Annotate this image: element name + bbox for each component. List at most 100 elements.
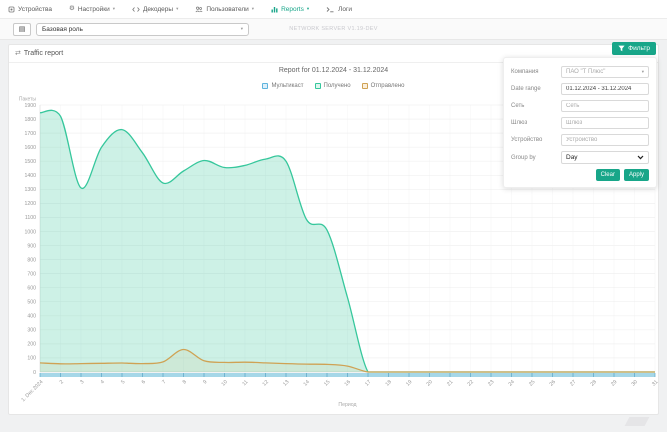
nav-item-label: Reports (281, 6, 304, 13)
svg-text:Период: Период (338, 402, 356, 408)
chevron-down-icon (637, 155, 644, 160)
svg-text:26: 26 (549, 379, 557, 387)
app-screen: Устройства ⚙ Настройки ▾ Декодеры ▾ Поль… (0, 0, 667, 432)
network-label: Сеть (511, 103, 524, 109)
svg-text:700: 700 (27, 271, 36, 277)
svg-text:15: 15 (323, 379, 331, 387)
filter-row-company: Компания ПАО "Т Плюс" ▾ (511, 66, 649, 78)
nav-item-devices[interactable]: Устройства (8, 6, 52, 13)
svg-text:1800: 1800 (24, 117, 36, 123)
nav-item-settings[interactable]: ⚙ Настройки ▾ (69, 6, 115, 13)
svg-text:17: 17 (364, 379, 372, 387)
svg-text:1200: 1200 (24, 201, 36, 207)
svg-text:7: 7 (161, 379, 167, 385)
svg-text:19: 19 (405, 379, 413, 387)
device-label: Устройство (511, 137, 542, 143)
svg-text:1500: 1500 (24, 159, 36, 165)
svg-text:100: 100 (27, 356, 36, 362)
svg-text:25: 25 (528, 379, 536, 387)
svg-text:500: 500 (27, 300, 36, 306)
gateway-label: Шлюз (511, 120, 527, 126)
svg-text:1300: 1300 (24, 187, 36, 193)
svg-text:14: 14 (303, 379, 311, 387)
date-range-label: Date range (511, 86, 541, 92)
svg-text:9: 9 (202, 379, 208, 385)
svg-text:1100: 1100 (25, 215, 36, 221)
nav-item-label: Устройства (18, 6, 52, 13)
legend-label: Получено (324, 83, 351, 89)
nav-item-decoders[interactable]: Декодеры ▾ (132, 6, 178, 13)
nav-item-logs[interactable]: Логи (326, 6, 352, 13)
legend-label: Мультикаст (271, 83, 303, 89)
device-input[interactable] (561, 134, 649, 146)
filter-row-device: Устройство (511, 134, 649, 146)
svg-text:23: 23 (487, 379, 495, 387)
svg-text:24: 24 (508, 379, 516, 387)
svg-text:5: 5 (120, 379, 126, 385)
traffic-report-label: Traffic report (24, 50, 63, 57)
svg-text:12: 12 (262, 379, 270, 387)
role-box-icon: ▤ (19, 25, 26, 33)
x-axis-title: Период (338, 402, 356, 408)
device-icon (8, 6, 15, 13)
role-toolbar: ▤ Базовая роль ▾ NETWORK SERVER V1.19-DE… (0, 19, 667, 40)
svg-text:20: 20 (426, 379, 434, 387)
network-input[interactable] (561, 100, 649, 112)
legend-item[interactable]: Отправлено (362, 83, 405, 89)
date-range-input[interactable] (561, 83, 649, 95)
chart-icon (271, 6, 278, 13)
filter-panel-buttons: Clear Apply (511, 169, 649, 181)
chevron-down-icon: ▾ (113, 7, 115, 12)
nav-item-label: Логи (338, 6, 352, 13)
svg-text:8: 8 (182, 379, 188, 385)
terminal-icon (326, 6, 335, 13)
y-axis-title: Пакеты (19, 97, 37, 103)
filter-button-label: Фильтр (628, 45, 650, 52)
filter-funnel-icon (618, 45, 625, 52)
chevron-down-icon: ▾ (252, 7, 254, 12)
svg-text:18: 18 (385, 379, 393, 387)
svg-text:30: 30 (631, 379, 639, 387)
svg-text:4: 4 (100, 379, 106, 385)
chevron-down-icon: ▾ (241, 27, 243, 32)
clear-button[interactable]: Clear (596, 169, 620, 181)
svg-text:1700: 1700 (24, 131, 36, 137)
gateway-input[interactable] (561, 117, 649, 129)
svg-text:1000: 1000 (24, 229, 36, 235)
chevron-down-icon: ▾ (176, 7, 178, 12)
svg-text:300: 300 (27, 328, 36, 334)
apply-button[interactable]: Apply (624, 169, 649, 181)
role-select[interactable]: Базовая роль ▾ (36, 23, 249, 36)
nav-item-reports[interactable]: Reports ▾ (271, 6, 309, 13)
svg-text:0: 0 (33, 370, 36, 376)
group-by-value: Day (566, 154, 578, 161)
filter-row-group-by: Group by Day (511, 151, 649, 164)
svg-text:29: 29 (610, 379, 618, 387)
group-by-label: Group by (511, 155, 536, 161)
swap-arrows-icon: ⇄ (15, 50, 21, 57)
nav-item-users[interactable]: Пользователи ▾ (195, 6, 254, 13)
group-by-select[interactable]: Day (561, 151, 649, 164)
svg-text:3: 3 (79, 379, 85, 385)
chevron-down-icon: ▾ (307, 7, 309, 12)
svg-text:2: 2 (59, 379, 65, 385)
traffic-report-title: ⇄ Traffic report (15, 50, 63, 57)
svg-text:1. Dec 2024: 1. Dec 2024 (20, 379, 44, 403)
svg-text:6: 6 (141, 379, 147, 385)
svg-text:16: 16 (344, 379, 352, 387)
main-content: ⇄ Traffic report Фильтр Report for 01.12… (0, 40, 667, 432)
svg-text:800: 800 (27, 257, 36, 263)
legend-item[interactable]: Мультикаст (262, 83, 303, 89)
y-axis-labels: 0100200300400500600700800900100011001200… (24, 103, 36, 376)
nav-item-label: Пользователи (206, 6, 248, 13)
svg-text:10: 10 (221, 379, 229, 387)
legend-item[interactable]: Получено (315, 83, 351, 89)
chevron-down-icon: ▾ (642, 70, 644, 75)
svg-text:11: 11 (241, 379, 249, 387)
multicast-band (40, 373, 655, 377)
svg-text:1400: 1400 (24, 173, 36, 179)
filter-button[interactable]: Фильтр (612, 42, 656, 55)
company-select[interactable]: ПАО "Т Плюс" ▾ (561, 66, 649, 78)
svg-text:1600: 1600 (24, 145, 36, 151)
role-icon-button[interactable]: ▤ (13, 23, 31, 36)
